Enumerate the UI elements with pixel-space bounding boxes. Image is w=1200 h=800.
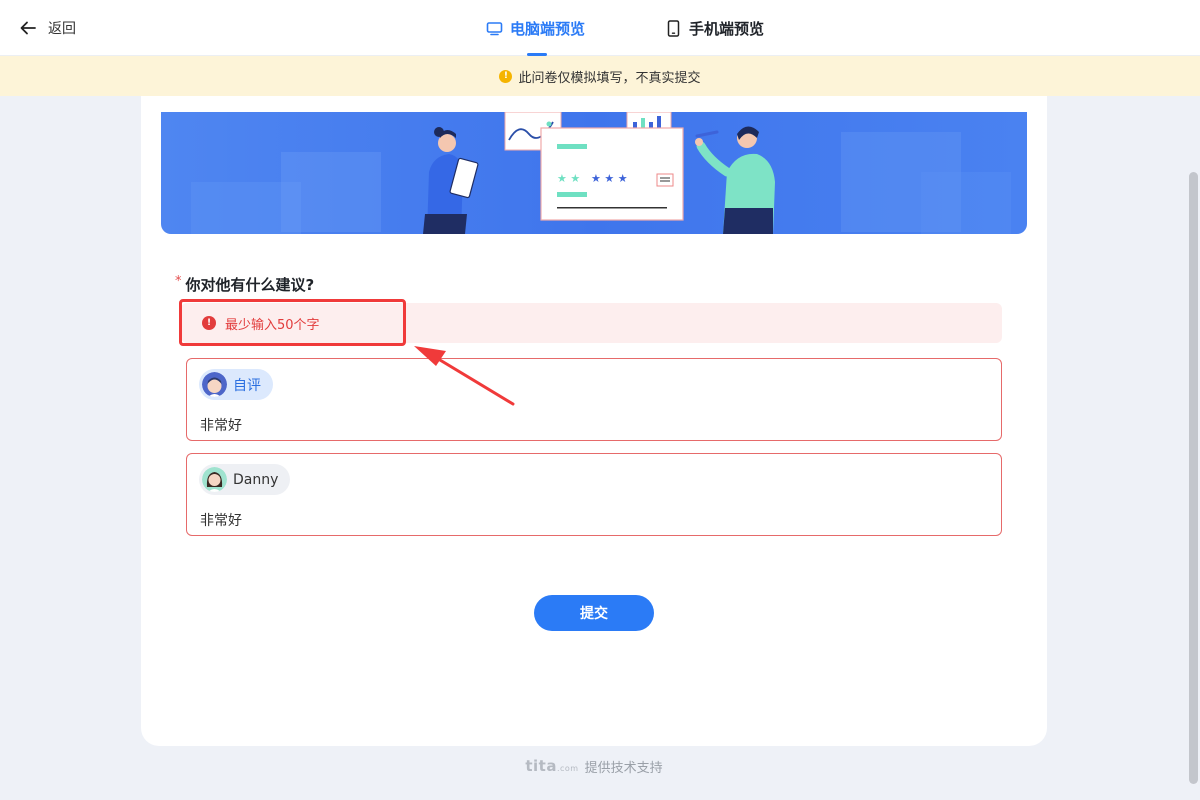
footer: tita.com 提供技术支持 <box>0 756 1188 776</box>
tita-logo: tita.com <box>525 757 579 775</box>
author-chip: 自评 <box>199 369 273 400</box>
tab-mobile-label: 手机端预览 <box>689 19 765 38</box>
tab-mobile-preview[interactable]: 手机端预览 <box>665 0 764 56</box>
footer-text: 提供技术支持 <box>584 760 663 776</box>
author-chip: Danny <box>199 464 291 495</box>
top-bar: 返回 电脑端预览 手机端预览 <box>0 0 1200 56</box>
question-text: 你对他有什么建议? <box>185 276 315 294</box>
phone-icon <box>667 19 680 37</box>
avatar <box>202 372 227 397</box>
answer-text: 非常好 <box>200 418 242 434</box>
survey-card: ★ ★ ★ ★ ★ * 你对他有什么建议? ! 最少输入50个字 自评 非常好 … <box>141 96 1047 746</box>
question-title: * 你对他有什么建议? <box>175 274 314 295</box>
svg-text:★ ★ ★: ★ ★ ★ <box>591 172 628 185</box>
scrollbar-thumb[interactable] <box>1189 172 1198 784</box>
answer-box-danny[interactable]: Danny 非常好 <box>186 453 1002 536</box>
back-label: 返回 <box>48 21 76 37</box>
banner-illustration: ★ ★ ★ ★ ★ <box>161 112 1027 234</box>
answer-text: 非常好 <box>200 513 242 529</box>
submit-button[interactable]: 提交 <box>534 595 654 631</box>
tab-desktop-label: 电脑端预览 <box>510 19 586 38</box>
monitor-icon <box>486 21 503 35</box>
tab-desktop-preview[interactable]: 电脑端预览 <box>486 0 585 56</box>
required-mark: * <box>175 274 182 289</box>
svg-text:★ ★: ★ ★ <box>557 172 580 185</box>
answer-box-self[interactable]: 自评 非常好 <box>186 358 1002 441</box>
author-name: Danny <box>233 471 279 488</box>
info-icon: ! <box>499 69 513 83</box>
back-button[interactable]: 返回 <box>18 16 76 40</box>
arrow-left-icon <box>20 21 36 35</box>
annotation-highlight-box <box>179 299 406 346</box>
avatar <box>202 467 227 492</box>
author-name: 自评 <box>233 377 261 394</box>
preview-tabs: 电脑端预览 手机端预览 <box>486 0 764 56</box>
notice-text: 此问卷仅模拟填写，不真实提交 <box>518 70 701 86</box>
people-charts-illustration: ★ ★ ★ ★ ★ <box>191 112 1011 234</box>
simulation-notice: ! 此问卷仅模拟填写，不真实提交 <box>0 56 1200 96</box>
